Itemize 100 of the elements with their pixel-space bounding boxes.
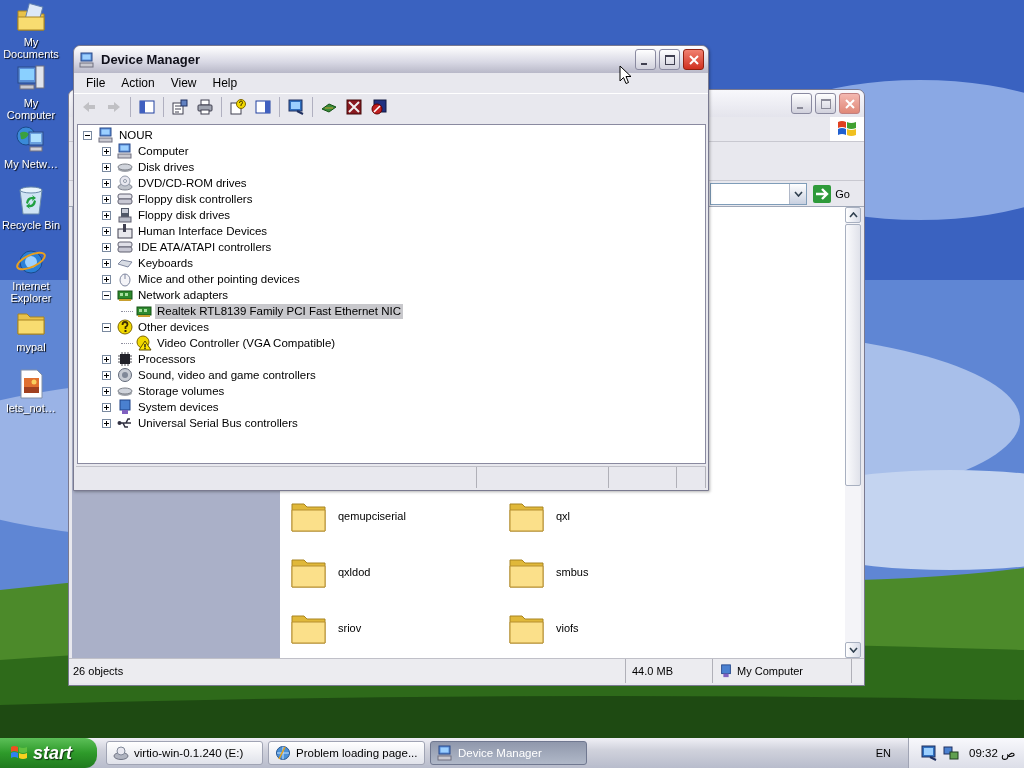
expand-toggle[interactable] [102,354,111,364]
folder-name[interactable]: viofs [556,622,579,634]
close-icon [686,52,701,67]
desktop-icon-label[interactable]: Recycle Bin [0,219,62,231]
tree-item[interactable]: Keyboards [136,255,195,271]
taskbar-button[interactable]: virtio-win-0.1.240 (E:) [106,741,263,765]
tree-item[interactable]: Realtek RTL8139 Family PCI Fast Ethernet NIC [155,303,403,319]
menu-item[interactable]: View [162,76,205,90]
go-arrow-icon [813,184,832,203]
folder-name[interactable]: qemupciserial [338,510,406,522]
status-text: 44.0 MB [625,659,712,683]
window-title: Device Manager [101,52,200,67]
tree-item[interactable]: Sound, video and game controllers [136,367,318,383]
expand-toggle[interactable] [102,290,111,300]
cd-drive-icon [117,175,133,191]
maximize-button[interactable] [659,49,680,70]
chip-icon [117,351,133,367]
expand-toggle[interactable] [102,322,111,332]
expand-toggle[interactable] [102,418,111,428]
expand-toggle[interactable] [102,274,111,284]
system-device-icon [117,399,133,415]
scrollbar[interactable] [845,207,861,658]
folder-name[interactable]: qxldod [338,566,371,578]
language-indicator[interactable]: EN [875,747,891,759]
menu-item[interactable]: Help [204,76,246,90]
expand-toggle[interactable] [83,130,92,140]
controller-icon [117,191,133,207]
question-icon [117,319,133,335]
tree-item[interactable]: Mice and other pointing devices [136,271,302,287]
speaker-icon [117,367,133,383]
start-button[interactable]: start [0,738,97,768]
desktop-icon-label[interactable]: My Netw… [0,158,62,170]
tree-item[interactable]: Floppy disk controllers [136,191,255,207]
controller-icon [117,239,133,255]
globe-icon [275,745,291,761]
scroll-down-icon[interactable] [848,647,858,653]
logo-icon [836,119,858,139]
properties-icon[interactable] [169,96,191,118]
help-icon[interactable] [227,96,249,118]
tree-item[interactable]: Floppy disk drives [136,207,233,223]
folder-name[interactable]: sriov [338,622,362,634]
tree-item[interactable]: Processors [136,351,198,367]
menu-item[interactable]: File [78,76,114,90]
expand-toggle[interactable] [102,370,111,380]
tree-item[interactable]: Human Interface Devices [136,223,270,239]
tree-item[interactable]: NOUR [117,127,155,143]
tree-item[interactable]: Universal Serial Bus controllers [136,415,300,431]
uninstall-icon[interactable] [343,96,365,118]
desktop-icon-label[interactable]: My Documents [0,36,62,60]
minimize-button[interactable] [635,49,656,70]
tree-item[interactable]: Network adapters [136,287,231,303]
cursor-icon [619,65,632,85]
minimize-icon [796,106,803,109]
tree-item[interactable]: Disk drives [136,159,197,175]
tree-item[interactable]: IDE ATA/ATAPI controllers [136,239,274,255]
network-card-icon [117,287,133,303]
status-text: 26 objects [72,665,125,677]
expand-toggle[interactable] [102,402,111,412]
tree-item[interactable]: Computer [136,143,191,159]
scroll-up-icon[interactable] [848,212,858,218]
tree-item[interactable]: DVD/CD-ROM drives [136,175,249,191]
tree-item[interactable]: System devices [136,399,221,415]
monitor-icon[interactable] [921,745,937,761]
network-card-icon [136,303,152,319]
desktop-icon-label[interactable]: My Computer [0,97,62,121]
tree-item[interactable]: Video Controller (VGA Compatible) [155,335,338,351]
close-button[interactable] [683,49,704,70]
floppy-drive-icon [117,207,133,223]
expand-toggle[interactable] [102,146,111,156]
drive-icon [113,745,129,761]
desktop-icon-label[interactable]: mypal [0,341,62,353]
network-icon[interactable] [943,745,959,761]
expand-toggle[interactable] [102,242,111,252]
menu-item[interactable]: Action [113,76,163,90]
usb-icon [117,415,133,431]
mouse-icon [117,271,133,287]
input-device-icon [117,223,133,239]
tree-item[interactable]: Storage volumes [136,383,227,399]
expand-toggle[interactable] [102,162,111,172]
tree-item[interactable]: Other devices [136,319,211,335]
folder-name[interactable]: smbus [556,566,589,578]
documents-folder-icon[interactable] [15,2,47,34]
go-button[interactable]: Go [813,184,850,203]
folder-name[interactable]: qxl [556,510,571,522]
expand-toggle[interactable] [102,194,111,204]
address-field[interactable] [710,182,808,205]
close-icon [842,96,857,111]
status-text: My Computer [737,665,804,677]
expand-toggle[interactable] [102,258,111,268]
expand-toggle[interactable] [102,178,111,188]
expand-toggle[interactable] [102,226,111,236]
warning-icon [136,335,152,351]
disable-icon[interactable] [368,96,390,118]
taskbar-button[interactable]: Problem loading page... [268,741,425,765]
expand-toggle[interactable] [102,210,111,220]
desktop-icon-label[interactable]: Internet Explorer [0,280,62,304]
flag-icon [10,744,28,762]
printer-icon[interactable] [194,96,216,118]
expand-toggle[interactable] [102,386,111,396]
clock[interactable]: 09:32 ص [969,746,1016,760]
